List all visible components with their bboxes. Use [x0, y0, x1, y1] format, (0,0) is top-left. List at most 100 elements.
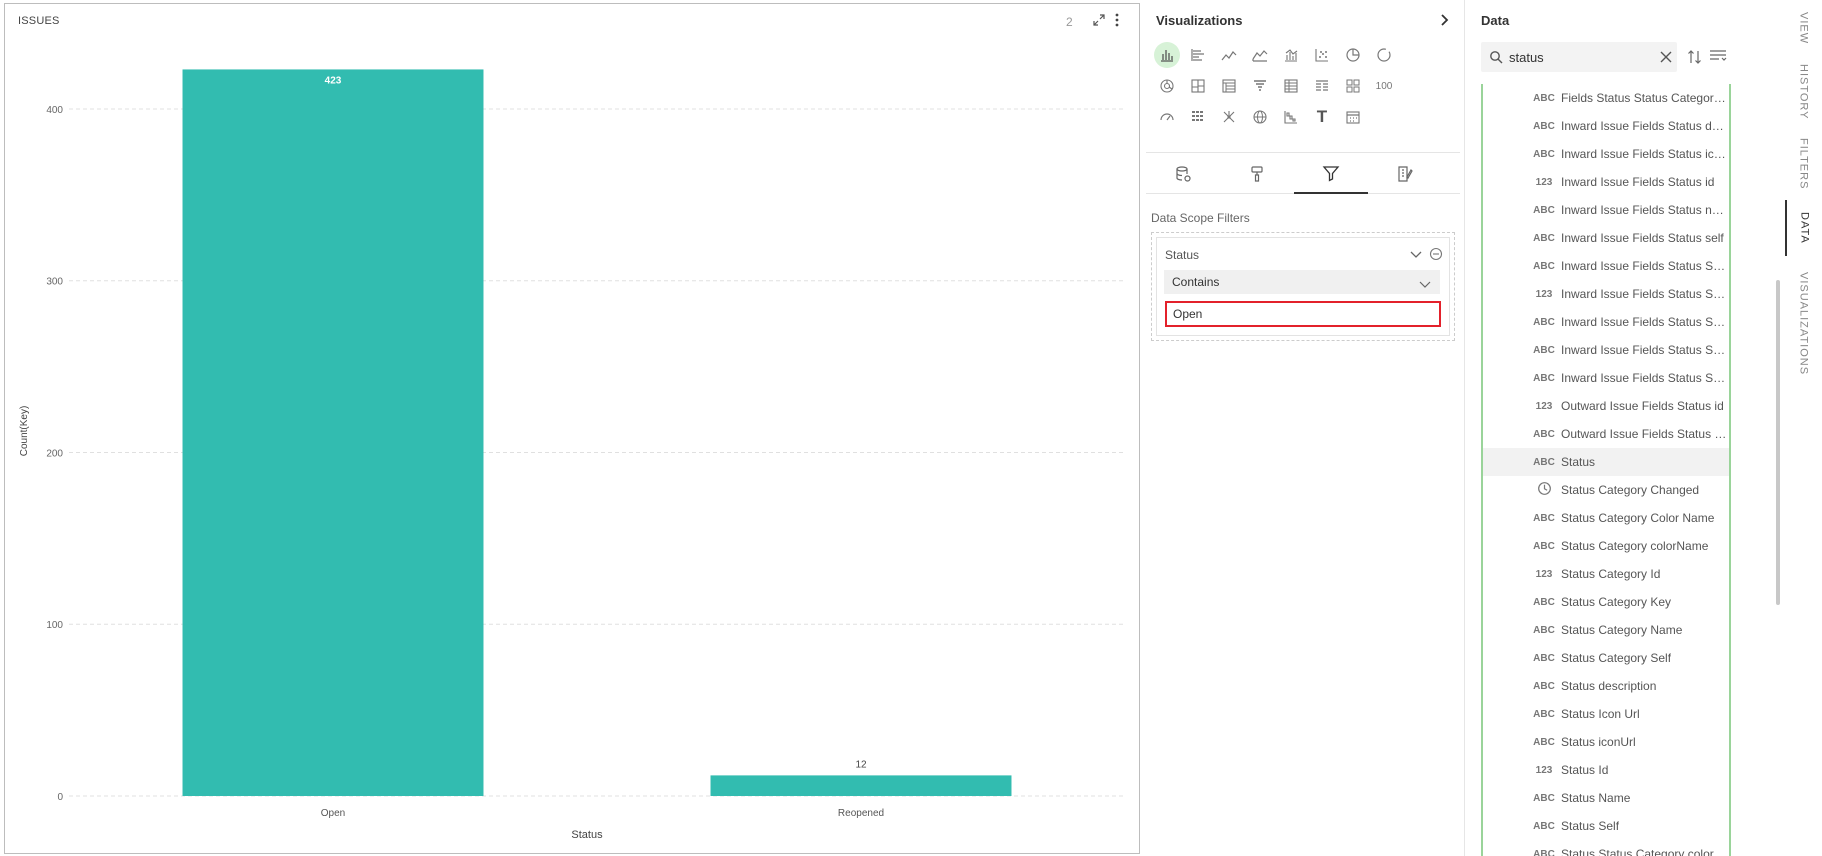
- sort-icon[interactable]: [1687, 49, 1703, 65]
- field-item[interactable]: 123 Inward Issue Fields Status Status Cat…: [1483, 280, 1729, 308]
- field-item[interactable]: ABC Status Self: [1483, 812, 1729, 840]
- side-tab-view[interactable]: VIEW: [1785, 6, 1822, 50]
- analytics-icon[interactable]: [1368, 153, 1442, 194]
- network-icon[interactable]: [1216, 104, 1242, 130]
- gauge-icon[interactable]: [1154, 104, 1180, 130]
- field-item[interactable]: ABC Outward Issue Fields Status name: [1483, 420, 1729, 448]
- field-label: Inward Issue Fields Status Status Catego…: [1561, 259, 1727, 273]
- field-item[interactable]: ABC Inward Issue Fields Status self: [1483, 224, 1729, 252]
- sunburst-icon[interactable]: [1154, 73, 1180, 99]
- data-source-icon[interactable]: [1146, 153, 1220, 194]
- remove-circle-icon[interactable]: [1429, 247, 1443, 261]
- field-type-badge: ABC: [1533, 708, 1555, 720]
- side-tab-visualizations[interactable]: VISUALIZATIONS: [1785, 268, 1822, 380]
- field-item[interactable]: ABC Inward Issue Fields Status Status Cat…: [1483, 252, 1729, 280]
- field-type-badge: ABC: [1533, 260, 1555, 272]
- field-label: Outward Issue Fields Status id: [1561, 399, 1724, 413]
- waterfall-icon[interactable]: [1278, 104, 1304, 130]
- bar-reopened[interactable]: [710, 775, 1012, 796]
- field-item[interactable]: ABC Inward Issue Fields Status name: [1483, 196, 1729, 224]
- field-item[interactable]: ABC Inward Issue Fields Status Status Cat…: [1483, 364, 1729, 392]
- chart-panel: ISSUES 2 0 100 200 300 400 423 Open 12 Reopened S…: [4, 3, 1140, 854]
- field-label: Inward Issue Fields Status iconUrl: [1561, 147, 1727, 161]
- pivot-icon[interactable]: [1216, 73, 1242, 99]
- field-label: Status iconUrl: [1561, 735, 1636, 749]
- list-options-icon[interactable]: [1709, 48, 1727, 64]
- field-item[interactable]: ABC Status Icon Url: [1483, 700, 1729, 728]
- field-item[interactable]: ABC Status Category Name: [1483, 616, 1729, 644]
- field-list: ABC Fields Status Status Category Changed…: [1481, 84, 1731, 856]
- close-icon[interactable]: [1659, 50, 1673, 64]
- x-tick-label: Reopened: [838, 808, 884, 819]
- field-label: Status: [1561, 455, 1596, 469]
- field-item[interactable]: ABC Status Category Color Name: [1483, 504, 1729, 532]
- field-type-badge: 123: [1535, 764, 1553, 776]
- horizontal-bar-icon[interactable]: [1185, 42, 1211, 68]
- donut-icon[interactable]: [1371, 42, 1397, 68]
- field-item[interactable]: ABC Status iconUrl: [1483, 728, 1729, 756]
- field-item[interactable]: ABC Status Name: [1483, 784, 1729, 812]
- field-item[interactable]: ABC Inward Issue Fields Status Status Cat…: [1483, 308, 1729, 336]
- y-tick-label: 200: [46, 448, 63, 459]
- format-brush-icon[interactable]: [1220, 153, 1294, 194]
- kpi-icon[interactable]: 100: [1371, 73, 1397, 99]
- field-item[interactable]: 123 Status Id: [1483, 756, 1729, 784]
- field-item[interactable]: ABC Status: [1483, 448, 1729, 476]
- y-axis-label: Count(Key): [19, 406, 30, 457]
- bar-chart: 0 100 200 300 400 423 Open 12 Reopened Status Coun…: [19, 69, 1125, 841]
- field-label: Inward Issue Fields Status name: [1561, 203, 1727, 217]
- field-item[interactable]: ABC Status Category colorName: [1483, 532, 1729, 560]
- y-tick-label: 100: [46, 620, 63, 631]
- data-title: Data: [1481, 13, 1510, 28]
- scatter-icon[interactable]: [1309, 42, 1335, 68]
- text-icon[interactable]: T: [1309, 104, 1335, 130]
- field-item[interactable]: ABC Fields Status Status Category Changed: [1483, 84, 1729, 112]
- pie-icon[interactable]: [1340, 42, 1366, 68]
- field-type-badge: ABC: [1533, 204, 1555, 216]
- grid-icon[interactable]: [1340, 73, 1366, 99]
- field-item[interactable]: ABC Inward Issue Fields Status iconUrl: [1483, 140, 1729, 168]
- filter-operator-select[interactable]: Contains: [1164, 270, 1440, 294]
- chevron-down-icon[interactable]: [1409, 247, 1423, 261]
- visualization-tabs: [1146, 152, 1460, 194]
- field-item[interactable]: ABC Status description: [1483, 672, 1729, 700]
- field-type-badge: ABC: [1533, 120, 1555, 132]
- table-icon[interactable]: [1278, 73, 1304, 99]
- bar-chart-icon[interactable]: [1154, 42, 1180, 68]
- search-icon: [1489, 50, 1503, 64]
- field-type-badge: ABC: [1533, 736, 1555, 748]
- treemap-icon[interactable]: [1185, 73, 1211, 99]
- calendar-icon[interactable]: [1340, 104, 1366, 130]
- line-chart-icon[interactable]: [1216, 42, 1242, 68]
- bar-open[interactable]: [182, 69, 484, 796]
- filter-icon[interactable]: [1294, 153, 1368, 194]
- area-chart-icon[interactable]: [1247, 42, 1273, 68]
- combo-chart-icon[interactable]: [1278, 42, 1304, 68]
- field-item[interactable]: ABC Inward Issue Fields Status descriptio…: [1483, 112, 1729, 140]
- chevron-right-icon[interactable]: [1436, 12, 1452, 28]
- field-item[interactable]: ABC Status Category Self: [1483, 644, 1729, 672]
- field-label: Status Status Category color: [1561, 847, 1714, 856]
- side-tab-history[interactable]: HISTORY: [1785, 58, 1822, 126]
- side-tab-filters[interactable]: FILTERS: [1785, 136, 1822, 192]
- search-input[interactable]: [1509, 47, 1659, 67]
- filter-value-input[interactable]: [1165, 301, 1441, 327]
- field-type-badge: ABC: [1533, 624, 1555, 636]
- side-tab-label: VISUALIZATIONS: [1797, 272, 1810, 376]
- side-tab-data[interactable]: DATA: [1785, 200, 1822, 256]
- field-item[interactable]: 123 Outward Issue Fields Status id: [1483, 392, 1729, 420]
- field-item[interactable]: 123 Status Category Id: [1483, 560, 1729, 588]
- side-tab-label: VIEW: [1797, 11, 1810, 45]
- field-item[interactable]: ABC Status Status Category color: [1483, 840, 1729, 856]
- field-type-badge: 123: [1535, 176, 1553, 188]
- field-type-badge: ABC: [1533, 232, 1555, 244]
- field-item[interactable]: ABC Status Category Key: [1483, 588, 1729, 616]
- field-item[interactable]: Status Category Changed: [1483, 476, 1729, 504]
- field-item[interactable]: 123 Inward Issue Fields Status id: [1483, 168, 1729, 196]
- detail-table-icon[interactable]: [1309, 73, 1335, 99]
- field-item[interactable]: ABC Inward Issue Fields Status Status Cat…: [1483, 336, 1729, 364]
- scrollbar[interactable]: [1776, 280, 1780, 605]
- globe-icon[interactable]: [1247, 104, 1273, 130]
- heatmap-icon[interactable]: [1185, 104, 1211, 130]
- funnel-icon[interactable]: [1247, 73, 1273, 99]
